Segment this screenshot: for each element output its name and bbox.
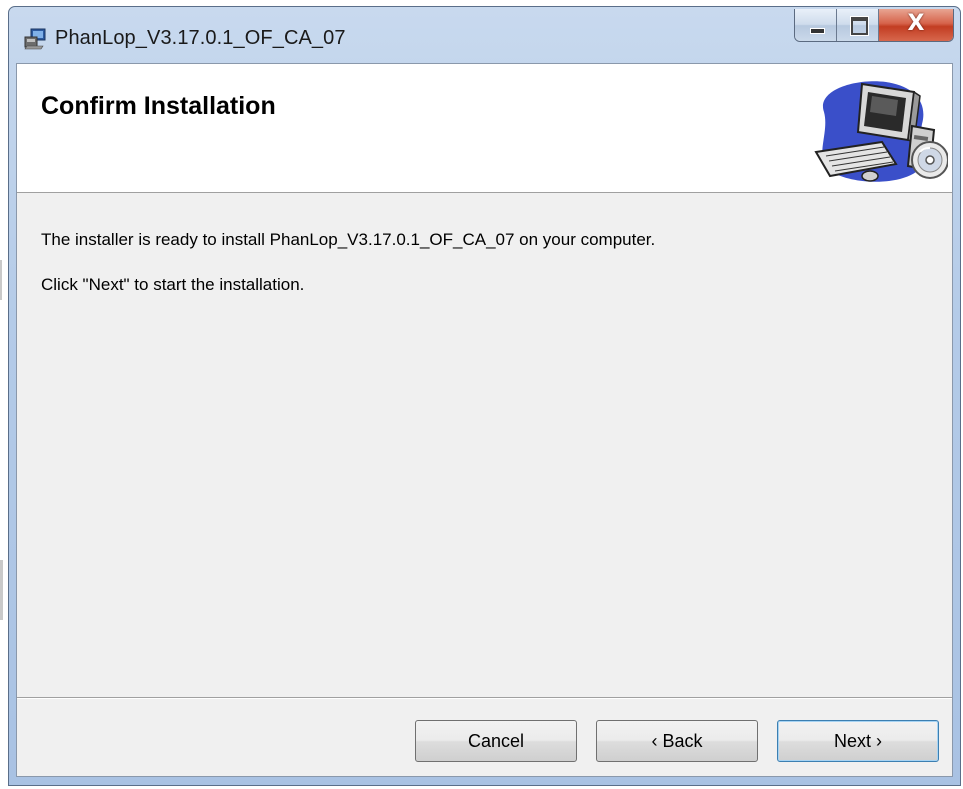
install-ready-message: The installer is ready to install PhanLo…	[41, 230, 656, 249]
next-button[interactable]: Next ›	[777, 720, 939, 762]
title-bar[interactable]: PhanLop_V3.17.0.1_OF_CA_07 X	[9, 7, 960, 63]
caption-buttons: X	[794, 9, 954, 42]
window-title: PhanLop_V3.17.0.1_OF_CA_07	[55, 27, 346, 49]
background-artifact	[0, 260, 2, 300]
header-banner: Confirm Installation	[17, 64, 952, 193]
computer-cd-icon	[814, 81, 948, 182]
background-artifact	[0, 560, 3, 620]
minimize-button[interactable]	[795, 9, 837, 41]
close-icon: X	[907, 11, 925, 36]
installer-window: PhanLop_V3.17.0.1_OF_CA_07 X Confirm Ins…	[8, 6, 961, 786]
cancel-button[interactable]: Cancel	[415, 720, 577, 762]
installer-app-icon	[24, 28, 46, 50]
back-button[interactable]: ‹ Back	[596, 720, 758, 762]
minimize-icon	[810, 28, 825, 34]
dialog-client-area: Confirm Installation The installer is re…	[16, 63, 953, 777]
page-title: Confirm Installation	[41, 92, 276, 120]
maximize-icon	[851, 17, 868, 35]
maximize-button[interactable]	[837, 9, 879, 41]
instruction-message: Click "Next" to start the installation.	[41, 275, 305, 294]
close-button[interactable]: X	[879, 9, 953, 41]
footer-divider	[17, 697, 952, 699]
